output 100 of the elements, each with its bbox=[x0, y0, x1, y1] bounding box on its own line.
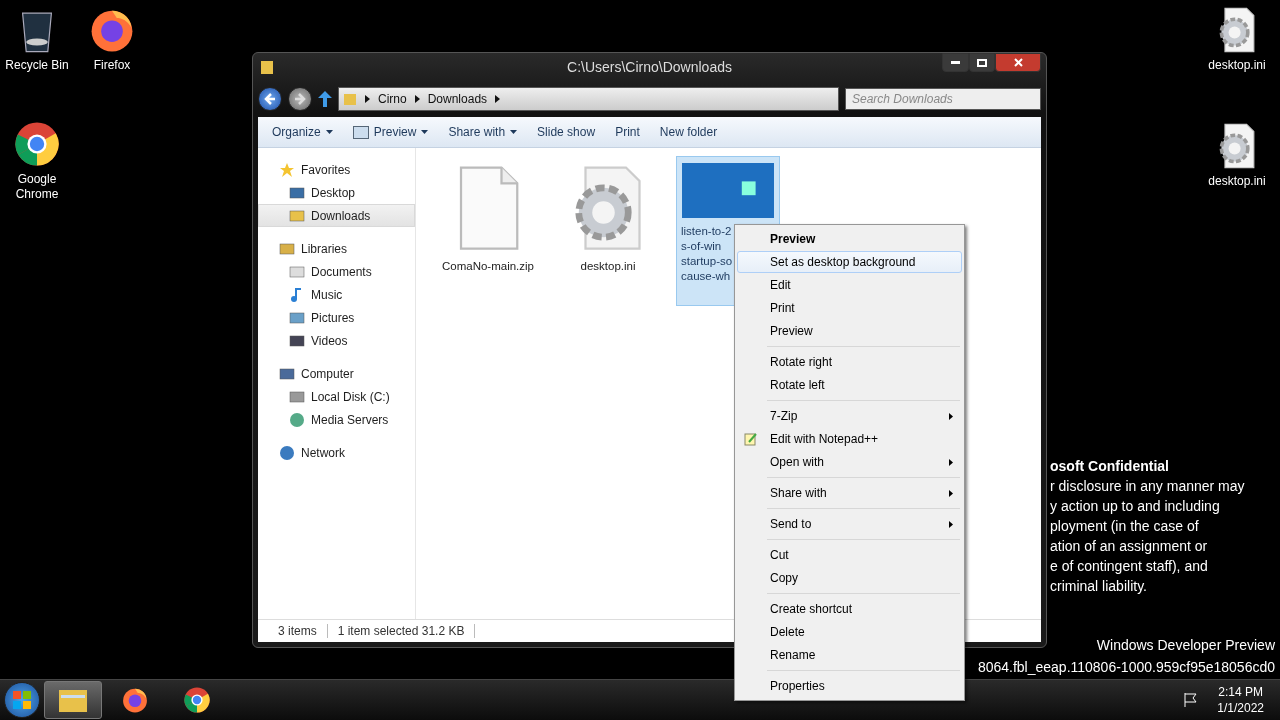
toolbar-button[interactable]: Organize bbox=[264, 121, 341, 143]
menu-item[interactable]: Delete bbox=[737, 621, 962, 643]
caret-icon bbox=[510, 130, 518, 134]
menu-item[interactable]: Preview bbox=[737, 320, 962, 342]
menu-item[interactable]: Rename bbox=[737, 644, 962, 666]
menu-item[interactable]: Open with bbox=[737, 451, 962, 473]
file-tile[interactable]: desktop.ini bbox=[556, 156, 660, 306]
nav-group[interactable]: Libraries bbox=[258, 237, 415, 260]
watermark-text: criminal liability. bbox=[1050, 577, 1148, 596]
chevron-icon bbox=[414, 95, 420, 103]
breadcrumb[interactable]: Downloads bbox=[427, 92, 488, 106]
toolbar-button[interactable]: Print bbox=[607, 121, 648, 143]
watermark-text: ation of an assignment or bbox=[1050, 537, 1209, 556]
menu-item[interactable]: 7-Zip bbox=[737, 405, 962, 427]
nav-item[interactable]: Pictures bbox=[258, 306, 415, 329]
search-field[interactable]: Search Downloads bbox=[845, 88, 1041, 110]
selection-info: 1 item selected 31.2 KB bbox=[327, 624, 476, 638]
folder-icon bbox=[260, 59, 274, 75]
firefox-icon bbox=[121, 686, 149, 714]
notepad-icon bbox=[744, 432, 758, 446]
nav-item[interactable]: Media Servers bbox=[258, 408, 415, 431]
folder-icon bbox=[289, 207, 305, 224]
item-count: 3 items bbox=[268, 624, 328, 638]
submenu-arrow-icon bbox=[949, 412, 953, 420]
file-name: listen-to-2 s-of-win startup-so cause-wh bbox=[680, 224, 733, 285]
minimize-icon bbox=[951, 61, 960, 64]
menu-item[interactable]: Copy bbox=[737, 567, 962, 589]
chevron-icon bbox=[495, 95, 501, 103]
menu-item[interactable]: Set as desktop background bbox=[737, 251, 962, 273]
breadcrumb[interactable]: Cirno bbox=[378, 92, 407, 106]
start-button[interactable] bbox=[4, 682, 40, 718]
forward-button[interactable] bbox=[288, 87, 312, 111]
nav-item[interactable]: Music bbox=[258, 283, 415, 306]
menu-item[interactable]: Cut bbox=[737, 544, 962, 566]
chrome-icon bbox=[183, 686, 211, 714]
monitor-icon bbox=[289, 309, 305, 326]
watermark-title: osoft Confidential bbox=[1050, 457, 1170, 476]
nav-item[interactable]: Videos bbox=[258, 329, 415, 352]
nav-item[interactable]: Downloads bbox=[258, 204, 415, 227]
flag-icon bbox=[1183, 692, 1200, 708]
window-title: C:\Users\Cirno\Downloads bbox=[567, 59, 732, 75]
back-button[interactable] bbox=[258, 87, 282, 111]
desktop-icon-label[interactable]: Recycle Bin bbox=[5, 58, 69, 73]
clock[interactable]: 2:14 PM 1/1/2022 bbox=[1217, 684, 1264, 716]
star-icon bbox=[279, 161, 295, 178]
nav-group[interactable]: Computer bbox=[258, 362, 415, 385]
address-bar[interactable]: Cirno Downloads bbox=[338, 87, 839, 111]
file-name: desktop.ini bbox=[579, 259, 637, 274]
toolbar-button[interactable]: Slide show bbox=[529, 121, 604, 143]
toolbar-button[interactable]: New folder bbox=[651, 121, 726, 143]
menu-item[interactable]: Create shortcut bbox=[737, 598, 962, 620]
taskbar-button[interactable] bbox=[44, 681, 102, 719]
monitor-icon bbox=[279, 365, 295, 382]
menu-item[interactable]: Rotate right bbox=[737, 351, 962, 373]
toolbar-button[interactable]: Preview bbox=[344, 121, 437, 143]
chevron-icon bbox=[365, 95, 370, 103]
menu-item[interactable]: Send to bbox=[737, 513, 962, 535]
desktop-icon-label[interactable]: desktop.ini bbox=[1208, 174, 1266, 189]
desktop-icon-label[interactable]: desktop.ini bbox=[1208, 58, 1266, 73]
document-icon bbox=[289, 263, 305, 280]
nav-group[interactable]: Network bbox=[258, 441, 415, 464]
menu-item[interactable]: Properties bbox=[737, 675, 962, 697]
close-icon bbox=[1013, 58, 1023, 67]
caret-icon bbox=[421, 130, 429, 134]
folder-icon bbox=[343, 92, 357, 106]
submenu-arrow-icon bbox=[949, 520, 953, 528]
close-button[interactable] bbox=[995, 53, 1041, 72]
up-arrow-icon bbox=[318, 91, 332, 107]
watermark-text: e of contingent staff), and bbox=[1050, 557, 1209, 576]
watermark-text: ployment (in the case of bbox=[1050, 517, 1200, 536]
minimize-button[interactable] bbox=[942, 53, 969, 72]
desktop-icon-label[interactable]: Firefox bbox=[93, 58, 131, 73]
nav-group[interactable]: Favorites bbox=[258, 158, 415, 181]
maximize-button[interactable] bbox=[969, 53, 995, 72]
menu-item[interactable]: Rotate left bbox=[737, 374, 962, 396]
forward-arrow-icon bbox=[294, 93, 306, 105]
chrome-icon bbox=[13, 120, 61, 168]
nav-item[interactable]: Local Disk (C:) bbox=[258, 385, 415, 408]
file-tile[interactable]: ComaNo-main.zip bbox=[436, 156, 540, 306]
folder-icon bbox=[279, 240, 295, 257]
globe-icon bbox=[279, 444, 295, 461]
menu-item[interactable]: Share with bbox=[737, 482, 962, 504]
file-name: ComaNo-main.zip bbox=[441, 259, 535, 274]
preview-icon bbox=[352, 125, 369, 139]
edition-text: Windows Developer Preview bbox=[1096, 636, 1275, 655]
globe-icon bbox=[289, 411, 305, 428]
menu-item[interactable]: Edit with Notepad++ bbox=[737, 428, 962, 450]
submenu-arrow-icon bbox=[949, 458, 953, 466]
desktop-icon-label[interactable]: Google Chrome bbox=[0, 172, 74, 202]
nav-item[interactable]: Desktop bbox=[258, 181, 415, 204]
monitor-icon bbox=[289, 184, 305, 201]
caret-icon bbox=[325, 130, 333, 134]
drive-icon bbox=[289, 388, 305, 405]
windows-logo bbox=[13, 691, 31, 709]
submenu-arrow-icon bbox=[949, 489, 953, 497]
watermark-text: y action up to and including bbox=[1050, 497, 1221, 516]
build-text: 8064.fbl_eeap.110806-1000.959cf95e18056cd0 bbox=[977, 658, 1275, 677]
watermark-text: r disclosure in any manner may bbox=[1050, 477, 1245, 496]
toolbar-button[interactable]: Share with bbox=[440, 121, 526, 143]
nav-item[interactable]: Documents bbox=[258, 260, 415, 283]
